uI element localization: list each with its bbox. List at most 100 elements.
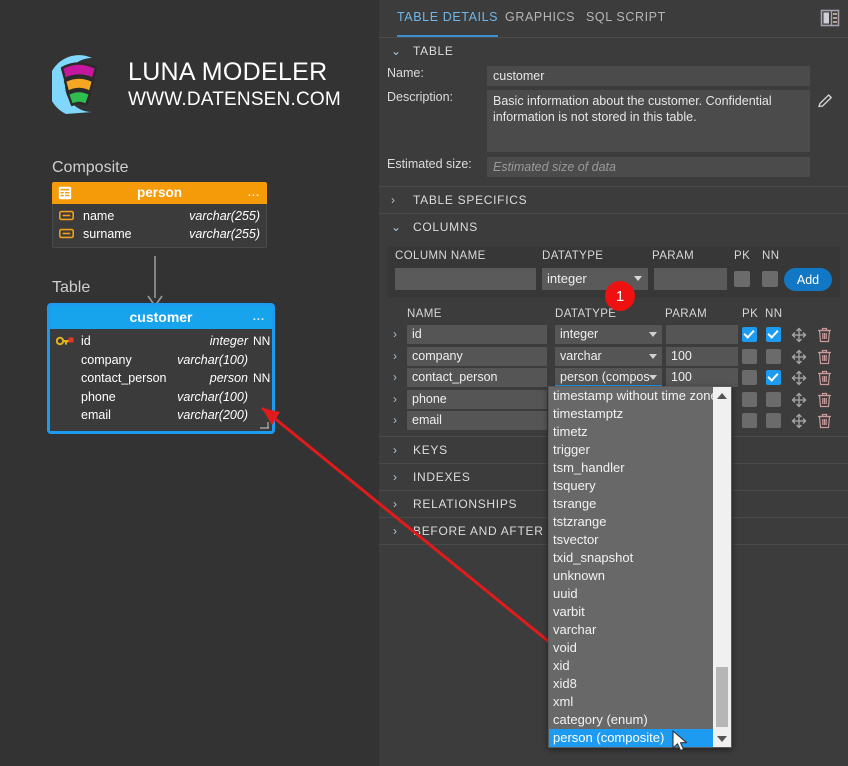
move-icon[interactable]: [791, 370, 807, 386]
dropdown-item[interactable]: xml: [549, 693, 713, 711]
dropdown-item[interactable]: varchar: [549, 621, 713, 639]
section-header-columns[interactable]: ⌄ COLUMNS: [379, 214, 848, 240]
chevron-right-icon[interactable]: ›: [387, 324, 403, 345]
new-column-nn-checkbox[interactable]: [762, 271, 778, 287]
pencil-icon[interactable]: [817, 92, 835, 110]
column-name-cell[interactable]: phone: [407, 390, 547, 409]
panel-layout-icon[interactable]: [820, 8, 840, 28]
column-nn-checkbox[interactable]: [766, 370, 781, 385]
dropdown-item[interactable]: trigger: [549, 441, 713, 459]
column-nn-checkbox[interactable]: [766, 349, 781, 364]
column-pk-checkbox[interactable]: [742, 370, 757, 385]
column-param-cell[interactable]: 100: [666, 368, 738, 387]
table-name-input[interactable]: [487, 66, 810, 86]
dropdown-item[interactable]: tsrange: [549, 495, 713, 513]
table-row[interactable]: › id integer: [387, 324, 840, 346]
trash-icon[interactable]: [817, 327, 832, 343]
table-column-row[interactable]: phone varchar(100): [50, 388, 272, 407]
trash-icon[interactable]: [817, 392, 832, 408]
column-pk-checkbox[interactable]: [742, 327, 757, 342]
chevron-right-icon[interactable]: ›: [387, 346, 403, 367]
column-datatype-cell[interactable]: varchar: [555, 347, 662, 366]
column-name-cell[interactable]: company: [407, 347, 547, 366]
add-column-button[interactable]: Add: [784, 268, 832, 291]
estimated-size-input[interactable]: [487, 157, 810, 177]
trash-icon[interactable]: [817, 413, 832, 429]
chevron-right-icon[interactable]: ›: [387, 410, 403, 431]
table-column-row[interactable]: company varchar(100): [50, 351, 272, 370]
column-name-cell[interactable]: id: [407, 325, 547, 344]
dropdown-scrollbar[interactable]: [713, 387, 731, 747]
column-nn-flag: NN: [253, 332, 270, 351]
column-datatype-cell[interactable]: integer: [555, 325, 662, 344]
field-row-estimated-size: Estimated size:: [379, 157, 840, 177]
dropdown-item[interactable]: timestamptz: [549, 405, 713, 423]
datatype-dropdown-list[interactable]: timestamp without time zonetimestamptzti…: [549, 387, 713, 747]
dropdown-item[interactable]: xid: [549, 657, 713, 675]
attribute-row[interactable]: surname varchar(255): [53, 225, 266, 243]
composite-type-icon: [58, 186, 72, 200]
dropdown-item[interactable]: unknown: [549, 567, 713, 585]
dropdown-item[interactable]: tsm_handler: [549, 459, 713, 477]
dropdown-item[interactable]: tstzrange: [549, 513, 713, 531]
dropdown-item[interactable]: tsquery: [549, 477, 713, 495]
field-row-description: Description: Basic information about the…: [379, 90, 840, 152]
new-column-param-input[interactable]: [654, 268, 727, 290]
dropdown-item[interactable]: timetz: [549, 423, 713, 441]
column-name-cell[interactable]: email: [407, 411, 547, 430]
dropdown-item[interactable]: tsvector: [549, 531, 713, 549]
dropdown-item[interactable]: txid_snapshot: [549, 549, 713, 567]
section-header-table[interactable]: ⌄ TABLE: [379, 38, 848, 64]
tab-sql-script[interactable]: SQL SCRIPT: [586, 10, 666, 35]
trash-icon[interactable]: [817, 370, 832, 386]
tab-table-details[interactable]: TABLE DETAILS: [397, 10, 498, 37]
chevron-right-icon[interactable]: ›: [387, 367, 403, 388]
dropdown-item[interactable]: void: [549, 639, 713, 657]
dropdown-item[interactable]: uuid: [549, 585, 713, 603]
table-column-row[interactable]: id integer NN: [50, 332, 272, 351]
new-column-pk-checkbox[interactable]: [734, 271, 750, 287]
dropdown-scroll-thumb[interactable]: [716, 667, 728, 727]
column-pk-checkbox[interactable]: [742, 392, 757, 407]
tab-graphics[interactable]: GRAPHICS: [505, 10, 575, 35]
section-header-table-specifics[interactable]: › TABLE SPECIFICS: [379, 187, 848, 213]
logo-subtitle: WWW.DATENSEN.COM: [128, 87, 341, 113]
move-icon[interactable]: [791, 349, 807, 365]
dropdown-item[interactable]: varbit: [549, 603, 713, 621]
move-icon[interactable]: [791, 413, 807, 429]
column-param-cell[interactable]: 100: [666, 347, 738, 366]
column-pk-checkbox[interactable]: [742, 349, 757, 364]
dropdown-item[interactable]: person (composite): [549, 729, 713, 747]
table-description-input[interactable]: Basic information about the customer. Co…: [487, 90, 810, 152]
trash-icon[interactable]: [817, 349, 832, 365]
table-row[interactable]: › company varchar 100: [387, 346, 840, 368]
entity-customer-menu[interactable]: ...: [253, 306, 265, 329]
entity-person[interactable]: person ... name varchar(255): [52, 182, 267, 248]
triangle-down-icon[interactable]: [713, 730, 731, 747]
entity-customer[interactable]: customer ... id integer NN company: [47, 303, 275, 434]
new-column-name-input[interactable]: [395, 268, 536, 290]
column-datatype-cell[interactable]: person (compos: [555, 368, 662, 387]
chevron-right-icon[interactable]: ›: [387, 389, 403, 410]
resize-grip-icon[interactable]: [260, 422, 269, 429]
column-param-cell[interactable]: [666, 325, 738, 344]
dropdown-item[interactable]: category (enum): [549, 711, 713, 729]
move-icon[interactable]: [791, 392, 807, 408]
entity-customer-header[interactable]: customer ...: [50, 306, 272, 329]
datatype-dropdown-popup[interactable]: timestamp without time zonetimestamptzti…: [548, 386, 732, 748]
entity-person-menu[interactable]: ...: [248, 182, 260, 204]
column-nn-checkbox[interactable]: [766, 413, 781, 428]
diagram-canvas[interactable]: LUNA MODELER WWW.DATENSEN.COM Composite …: [0, 0, 379, 766]
column-nn-checkbox[interactable]: [766, 327, 781, 342]
dropdown-item[interactable]: xid8: [549, 675, 713, 693]
triangle-up-icon[interactable]: [713, 387, 731, 404]
column-nn-checkbox[interactable]: [766, 392, 781, 407]
table-column-row[interactable]: contact_person person NN: [50, 369, 272, 388]
column-pk-checkbox[interactable]: [742, 413, 757, 428]
entity-person-header[interactable]: person ...: [52, 182, 267, 204]
column-name-cell[interactable]: contact_person: [407, 368, 547, 387]
table-column-row[interactable]: email varchar(200): [50, 406, 272, 425]
dropdown-item[interactable]: timestamp without time zone: [549, 387, 713, 405]
attribute-row[interactable]: name varchar(255): [53, 207, 266, 225]
move-icon[interactable]: [791, 327, 807, 343]
